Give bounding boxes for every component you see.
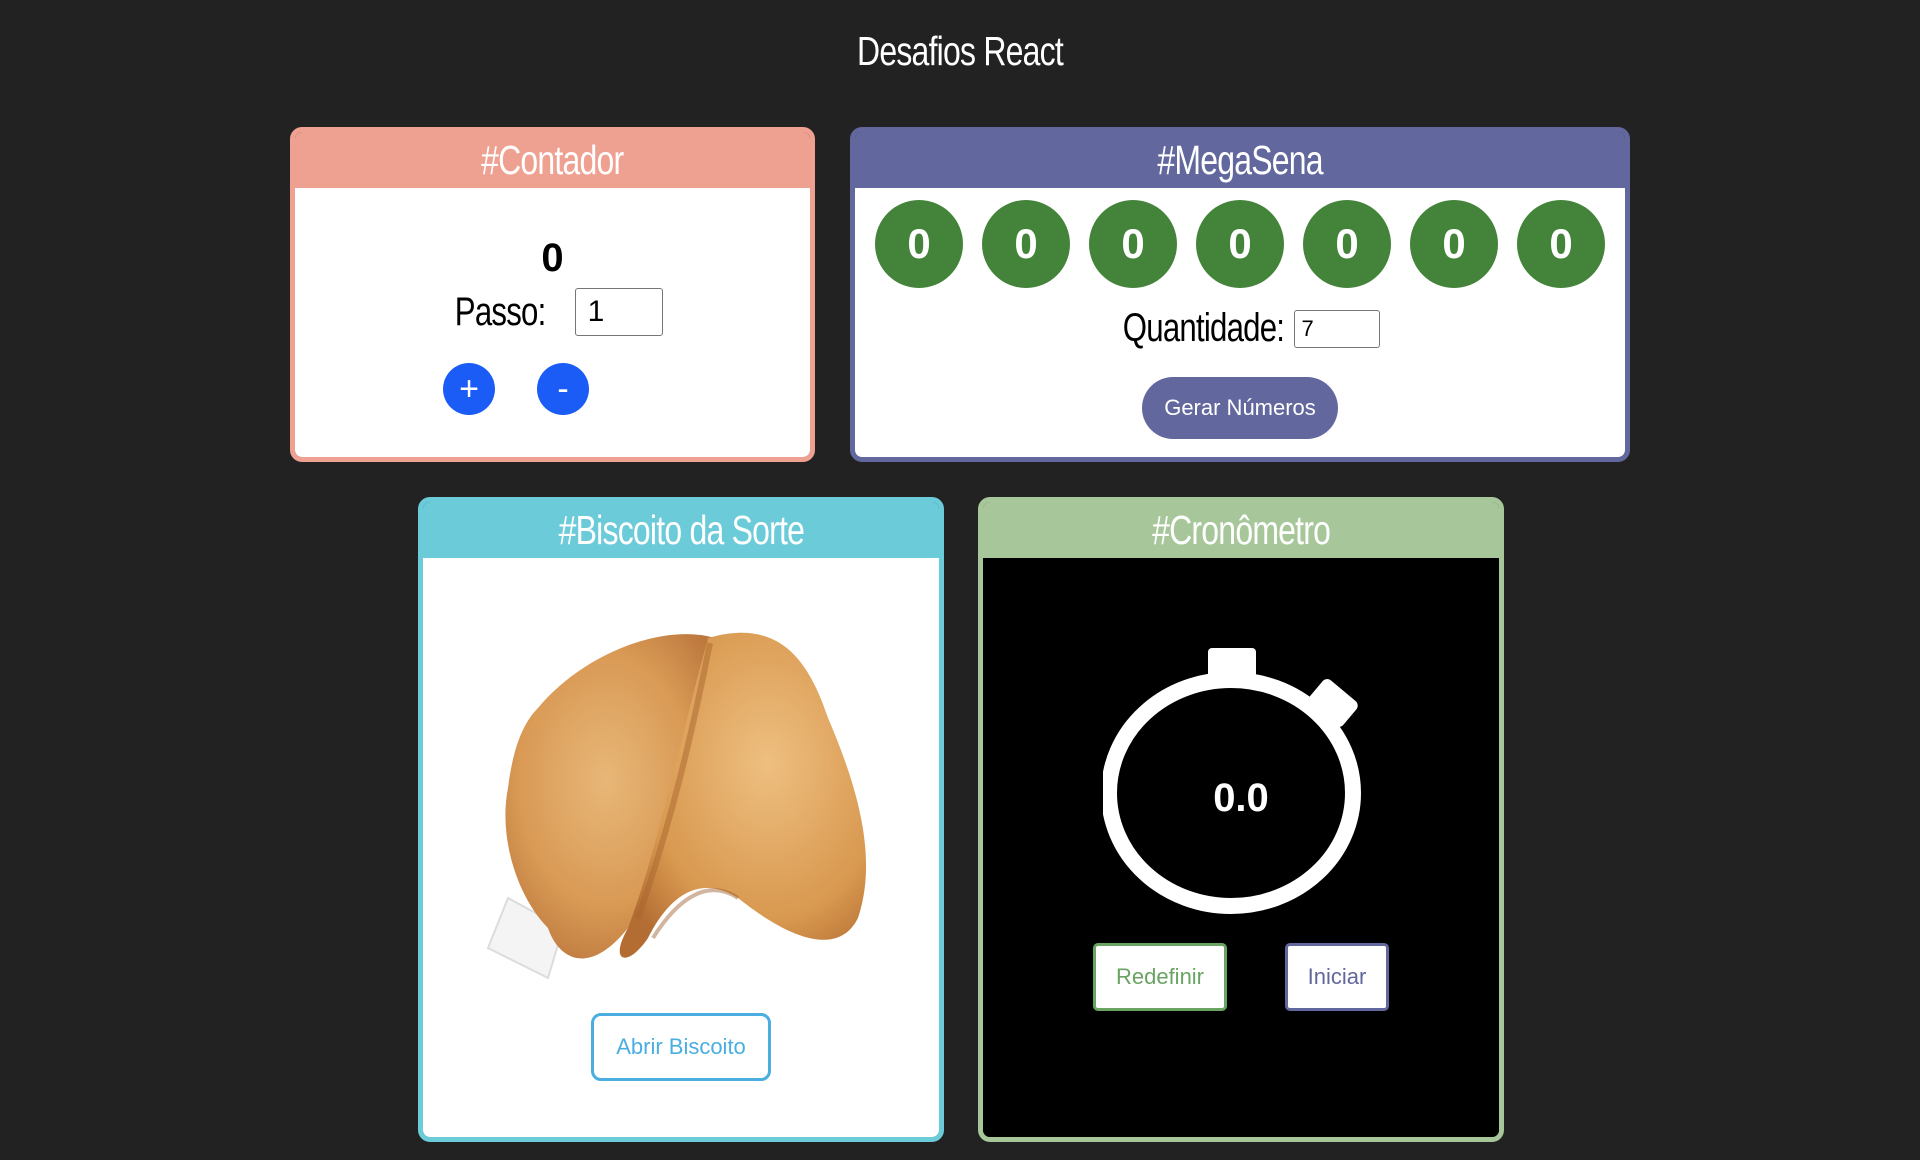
number-ball: 0 xyxy=(1303,200,1391,288)
number-balls: 0 0 0 0 0 0 0 xyxy=(875,200,1605,288)
contador-header: #Contador xyxy=(295,132,810,188)
biscoito-title: #Biscoito da Sorte xyxy=(558,506,804,553)
fortune-cookie-image xyxy=(486,632,867,980)
number-ball: 0 xyxy=(1196,200,1284,288)
reset-button[interactable]: Redefinir xyxy=(1093,943,1227,1011)
contador-card: #Contador 0 Passo: + - xyxy=(290,127,815,462)
number-ball: 0 xyxy=(1089,200,1177,288)
generate-numbers-button[interactable]: Gerar Números xyxy=(1142,377,1338,439)
megasena-title: #MegaSena xyxy=(1157,136,1323,183)
biscoito-body: Abrir Biscoito xyxy=(423,558,939,1137)
megasena-header: #MegaSena xyxy=(855,132,1625,188)
page-title: Desafios React xyxy=(857,28,1064,74)
biscoito-card: #Biscoito da Sorte Abrir Biscoito xyxy=(418,497,944,1142)
cronometro-body: 0.0 Redefinir Iniciar xyxy=(983,558,1499,1137)
open-cookie-button[interactable]: Abrir Biscoito xyxy=(591,1013,771,1081)
number-ball: 0 xyxy=(982,200,1070,288)
number-ball: 0 xyxy=(875,200,963,288)
cronometro-card: #Cronômetro 0.0 Redefinir Iniciar xyxy=(978,497,1504,1142)
megasena-body: 0 0 0 0 0 0 0 Quantidade: Gerar Números xyxy=(855,188,1625,457)
step-input[interactable] xyxy=(574,288,663,336)
megasena-card: #MegaSena 0 0 0 0 0 0 0 Quantidade: Gera… xyxy=(850,127,1630,462)
start-button[interactable]: Iniciar xyxy=(1285,943,1389,1011)
quantity-label: Quantidade: xyxy=(1122,306,1284,350)
step-label: Passo: xyxy=(455,289,546,334)
decrement-button[interactable]: - xyxy=(537,363,589,415)
biscoito-header: #Biscoito da Sorte xyxy=(423,502,939,558)
cronometro-header: #Cronômetro xyxy=(983,502,1499,558)
contador-title: #Contador xyxy=(481,136,624,183)
cronometro-title: #Cronômetro xyxy=(1151,506,1331,553)
contador-body: 0 Passo: + - xyxy=(295,188,810,457)
number-ball: 0 xyxy=(1517,200,1605,288)
counter-value: 0 xyxy=(541,236,564,280)
number-ball: 0 xyxy=(1410,200,1498,288)
quantity-input[interactable] xyxy=(1294,309,1381,348)
quantity-row: Quantidade: xyxy=(855,306,1625,351)
step-row: Passo: xyxy=(295,288,810,336)
timer-display: 0.0 xyxy=(1213,776,1269,820)
increment-button[interactable]: + xyxy=(443,363,495,415)
